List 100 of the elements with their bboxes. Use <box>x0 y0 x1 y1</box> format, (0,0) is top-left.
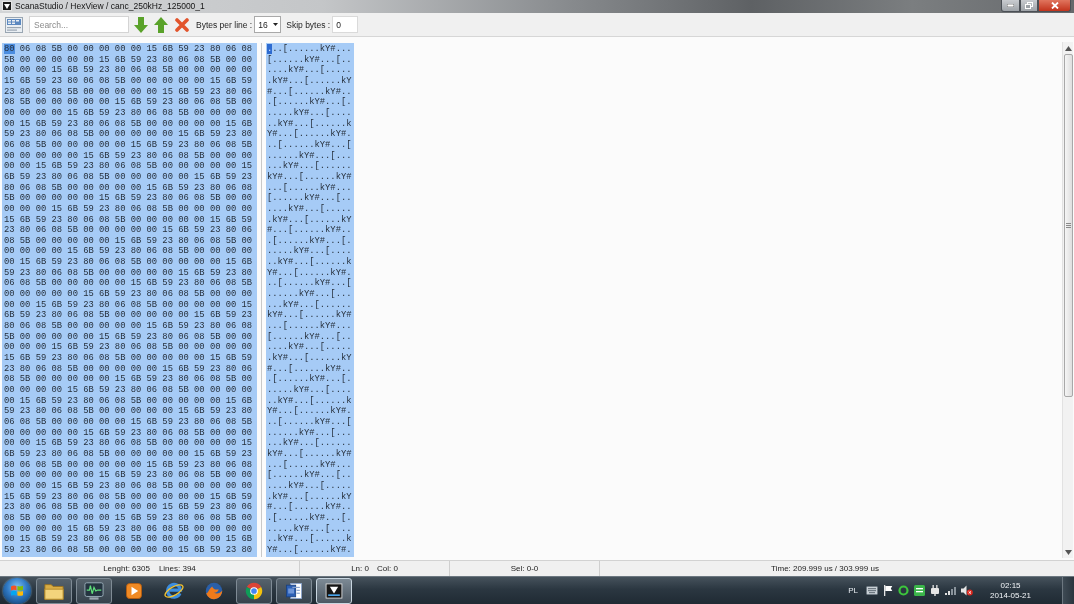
ascii-row: ...[......kY#... <box>267 44 352 55</box>
hex-row: 00 00 00 00 15 6B 59 23 80 06 08 5B 00 00 00 00 <box>4 107 253 119</box>
lines-text: Lines: 394 <box>158 564 196 573</box>
window-title: ScanaStudio / HexView / canc_250kHz_125000_1 <box>15 0 205 12</box>
ring-icon[interactable] <box>898 585 910 596</box>
clock-time: 02:15 <box>1000 580 1021 591</box>
bytes-per-line-label: Bytes per line : <box>196 19 253 30</box>
ascii-row-text: .....kY#...[.... <box>267 523 352 534</box>
hex-row: 06 08 5B 00 00 00 00 00 15 6B 59 23 80 06 08 5B <box>4 416 253 428</box>
muted-speaker-icon[interactable] <box>961 585 974 596</box>
bytes-per-line-select[interactable]: 16 <box>254 16 282 33</box>
restore-button[interactable] <box>1020 0 1038 12</box>
show-desktop-button[interactable] <box>1062 576 1074 604</box>
ascii-row-text: ..kY#...[......k <box>267 395 352 406</box>
hex-row: 59 23 80 06 08 5B 00 00 00 00 00 15 6B 59 23 80 <box>4 267 253 279</box>
scroll-up-icon[interactable] <box>1064 46 1072 51</box>
hex-row: 08 5B 00 00 00 00 00 15 6B 59 23 80 06 08 5B 00 <box>4 97 253 108</box>
length-text: Lenght: 6305 <box>103 564 150 573</box>
hex-row: 00 15 6B 59 23 80 06 08 5B 00 00 00 00 00 15 6B <box>4 395 253 407</box>
ascii-row: ..[......kY#...[ <box>267 416 352 428</box>
taskbar-button[interactable] <box>276 577 312 604</box>
hex-row: 6B 59 23 80 06 08 5B 00 00 00 00 00 15 6B 59 23 <box>4 448 253 460</box>
signal-icon[interactable] <box>945 586 957 595</box>
search-field[interactable]: Search... <box>29 16 129 33</box>
hex-row: 80 06 08 5B 00 00 00 00 00 15 6B 59 23 80 06 08 <box>4 44 253 55</box>
ascii-row: .[......kY#...[. <box>267 374 352 385</box>
ascii-row: ..kY#...[......k <box>267 534 352 545</box>
ascii-row: ......kY#...[... <box>267 289 352 300</box>
hex-row: 15 6B 59 23 80 06 08 5B 00 00 00 00 00 15 6B 59 <box>4 214 253 226</box>
clock-date: 2014-05-21 <box>990 590 1031 601</box>
close-button[interactable] <box>1038 0 1071 12</box>
hex-row: 5B 00 00 00 00 00 15 6B 59 23 80 06 08 5B 00 00 <box>4 54 253 66</box>
scroll-down-icon[interactable] <box>1064 550 1072 555</box>
document-tile-icon <box>284 580 304 601</box>
hex-row: 80 06 08 5B 00 00 00 00 00 15 6B 59 23 80 06 08 <box>4 459 253 471</box>
hex-row: 00 00 00 15 6B 59 23 80 06 08 5B 00 00 00 00 00 <box>4 65 253 76</box>
hex-row: 15 6B 59 23 80 06 08 5B 00 00 00 00 00 15 6B 59 <box>4 353 253 364</box>
ascii-row-text: ....kY#...[..... <box>267 342 352 353</box>
hex-row: 23 80 06 08 5B 00 00 00 00 00 15 6B 59 23 80 06 <box>4 502 253 513</box>
ascii-row: [......kY#...[.. <box>267 193 352 204</box>
ascii-row-text: ..[......kY#...[ <box>267 278 352 289</box>
play-icon <box>124 580 144 601</box>
hex-row: 59 23 80 06 08 5B 00 00 00 00 00 15 6B 59 23 80 <box>4 406 253 417</box>
hex-row: 15 6B 59 23 80 06 08 5B 00 00 00 00 00 15 6B 59 <box>4 491 253 503</box>
ascii-row: ....kY#...[..... <box>267 203 352 215</box>
ascii-row: .....kY#...[.... <box>267 107 352 119</box>
close-icon <box>1050 2 1059 9</box>
hex-row: 08 5B 00 00 00 00 00 15 6B 59 23 80 06 08 5B 00 <box>4 374 253 385</box>
hex-row: 00 00 15 6B 59 23 80 06 08 5B 00 00 00 00 00 15 <box>4 299 253 311</box>
ascii-row: .kY#...[......kY <box>267 353 352 364</box>
app-icon <box>2 1 12 11</box>
start-flag-icon <box>10 584 24 597</box>
restore-icon <box>1025 2 1033 9</box>
ascii-row: .....kY#...[.... <box>267 385 352 396</box>
hex-row: 00 00 00 00 15 6B 59 23 80 06 08 5B 00 00 00 00 <box>4 523 253 535</box>
list-tile-icon[interactable] <box>914 585 926 596</box>
taskbar-button[interactable] <box>36 577 72 604</box>
hex-row: 80 06 08 5B 00 00 00 00 00 15 6B 59 23 80 06 08 <box>4 321 253 332</box>
hex-row: 06 08 5B 00 00 00 00 00 15 6B 59 23 80 06 08 5B <box>4 278 253 290</box>
ascii-row-text: .kY#...[......kY <box>267 491 352 502</box>
plug-icon[interactable] <box>930 585 941 596</box>
ascii-row: ....kY#...[..... <box>267 480 352 492</box>
skip-bytes-field[interactable]: 0 <box>332 16 359 33</box>
hex-row: 00 15 6B 59 23 80 06 08 5B 00 00 00 00 00 15 6B <box>4 118 253 130</box>
grip-icon <box>1065 223 1071 228</box>
cross-icon[interactable] <box>175 17 189 32</box>
hex-row: 5B 00 00 00 00 00 15 6B 59 23 80 06 08 5B 00 00 <box>4 193 253 204</box>
ascii-row: kY#...[......kY# <box>267 448 352 460</box>
ascii-row: kY#...[......kY# <box>267 171 352 183</box>
ascii-row: Y#...[......kY#. <box>267 129 352 140</box>
line-text: Ln: 0 <box>351 564 369 573</box>
time-text: Time: 209.999 us / 303.999 us <box>771 564 879 573</box>
language-indicator[interactable]: PL <box>848 586 859 595</box>
ascii-row-text: kY#...[......kY# <box>267 310 352 321</box>
skip-bytes-label: Skip bytes : <box>286 19 331 30</box>
keyboard-icon[interactable] <box>866 586 879 595</box>
ascii-row-text: #...[......kY#.. <box>267 86 352 97</box>
arrow-down-icon[interactable] <box>134 16 148 33</box>
ascii-row: ..[......kY#...[ <box>267 139 352 151</box>
hex-row: 59 23 80 06 08 5B 00 00 00 00 00 15 6B 59 23 80 <box>4 129 253 140</box>
start-button[interactable] <box>3 577 31 604</box>
ascii-row-text: Y#...[......kY#. <box>267 267 352 278</box>
hex-row: 00 15 6B 59 23 80 06 08 5B 00 00 00 00 00 15 6B <box>4 257 253 268</box>
arrow-up-icon[interactable] <box>154 16 168 33</box>
column-text: Col: 0 <box>376 564 398 573</box>
hex-row: 00 00 00 15 6B 59 23 80 06 08 5B 00 00 00 00 00 <box>4 480 253 492</box>
hex-row: 00 00 00 15 6B 59 23 80 06 08 5B 00 00 00 00 00 <box>4 342 253 354</box>
waveform-icon <box>83 580 105 601</box>
minimize-button[interactable] <box>1001 0 1020 12</box>
flag-icon[interactable] <box>883 585 894 596</box>
hex-row: 23 80 06 08 5B 00 00 00 00 00 15 6B 59 23 80 06 <box>4 363 253 375</box>
hex-row: 00 00 00 00 00 15 6B 59 23 80 06 08 5B 00 00 00 <box>4 289 253 300</box>
ascii-row-text: ......kY#...[... <box>267 427 352 438</box>
ascii-row: Y#...[......kY#. <box>267 544 352 556</box>
grid-tile-icon[interactable] <box>5 16 23 33</box>
hex-row: 15 6B 59 23 80 06 08 5B 00 00 00 00 00 15 6B 59 <box>4 75 253 87</box>
scroll-thumb[interactable] <box>1063 54 1073 397</box>
ascii-row: #...[......kY#.. <box>267 502 352 513</box>
taskbar-button[interactable] <box>236 577 272 604</box>
selection-text: Sel: 0-0 <box>510 564 539 573</box>
